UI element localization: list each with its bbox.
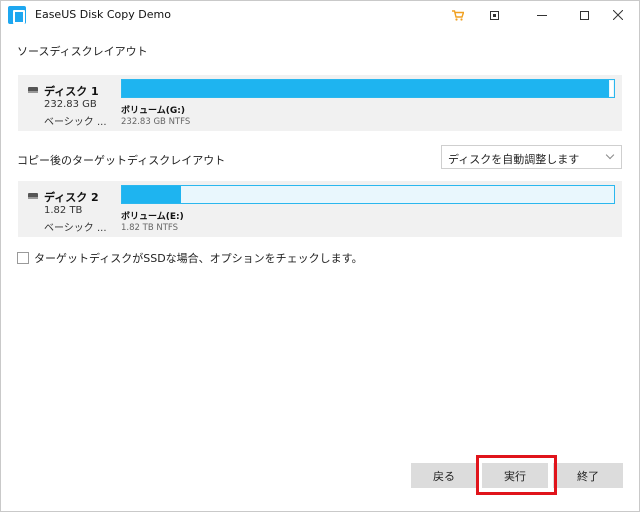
maximize-icon xyxy=(579,10,589,20)
volume-info: 232.83 GB NTFS xyxy=(121,117,191,127)
disk-type: ベーシック ... xyxy=(44,117,107,128)
volume-info: 1.82 TB NTFS xyxy=(121,223,179,233)
back-button[interactable]: 戻る xyxy=(411,463,477,488)
ssd-option-row[interactable]: ターゲットディスクがSSDな場合、オプションをチェックします。 xyxy=(17,251,363,265)
disk-size: 1.82 TB xyxy=(44,205,83,216)
disk-icon xyxy=(28,87,38,93)
disk-type: ベーシック ... xyxy=(44,223,107,234)
shopping-cart-icon xyxy=(452,9,464,21)
source-partition-bar[interactable] xyxy=(121,79,615,98)
disk-name: ディスク 2 xyxy=(44,191,99,204)
source-disk-panel[interactable]: ディスク 1 232.83 GB ベーシック ... ボリューム(G:) 232… xyxy=(18,75,622,131)
partition-usage-fill xyxy=(122,80,610,97)
end-button[interactable]: 終了 xyxy=(553,463,623,488)
partition-bar-end xyxy=(610,81,613,96)
execute-highlight-box xyxy=(476,455,557,495)
dropdown-selected-value: ディスクを自動調整します xyxy=(448,153,580,166)
minimize-icon xyxy=(537,14,547,16)
ssd-checkbox[interactable] xyxy=(17,252,29,264)
volume-name: ボリューム(G:) xyxy=(121,106,185,116)
window-title: EaseUS Disk Copy Demo xyxy=(35,8,171,21)
close-icon xyxy=(613,10,623,20)
disk-size: 232.83 GB xyxy=(44,99,97,110)
title-bar: EaseUS Disk Copy Demo xyxy=(1,1,639,29)
pin-icon xyxy=(489,10,499,20)
partition-usage-fill xyxy=(122,186,182,203)
minimize-button[interactable] xyxy=(521,1,563,29)
volume-name: ボリューム(E:) xyxy=(121,212,184,222)
app-window: EaseUS Disk Copy Demo ソースディスクレイアウト ディスク … xyxy=(0,0,640,512)
target-partition-bar[interactable] xyxy=(121,185,615,204)
app-icon xyxy=(8,6,26,24)
layout-mode-dropdown[interactable]: ディスクを自動調整します xyxy=(441,145,622,169)
disk-name: ディスク 1 xyxy=(44,85,99,98)
target-layout-label: コピー後のターゲットディスクレイアウト xyxy=(17,154,226,167)
pin-button[interactable] xyxy=(473,1,515,29)
close-button[interactable] xyxy=(597,1,639,29)
ssd-option-label: ターゲットディスクがSSDな場合、オプションをチェックします。 xyxy=(34,252,363,265)
target-disk-panel[interactable]: ディスク 2 1.82 TB ベーシック ... ボリューム(E:) 1.82 … xyxy=(18,181,622,237)
chevron-down-icon xyxy=(605,150,615,160)
source-layout-label: ソースディスクレイアウト xyxy=(17,45,148,58)
disk-icon xyxy=(28,193,38,199)
